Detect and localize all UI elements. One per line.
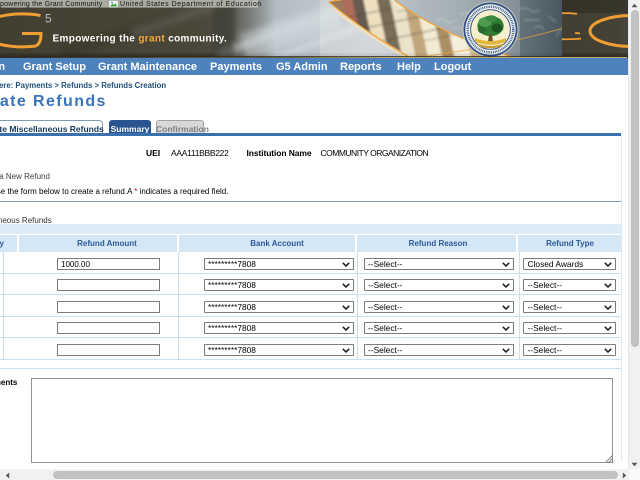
svg-text:powering the Grant Community: powering the Grant Community [0, 1, 103, 8]
svg-text:United States Department of Ed: United States Department of Education [120, 1, 262, 8]
svg-text:5: 5 [45, 12, 52, 26]
svg-text:Empowering the grant community: Empowering the grant community. [53, 34, 228, 45]
